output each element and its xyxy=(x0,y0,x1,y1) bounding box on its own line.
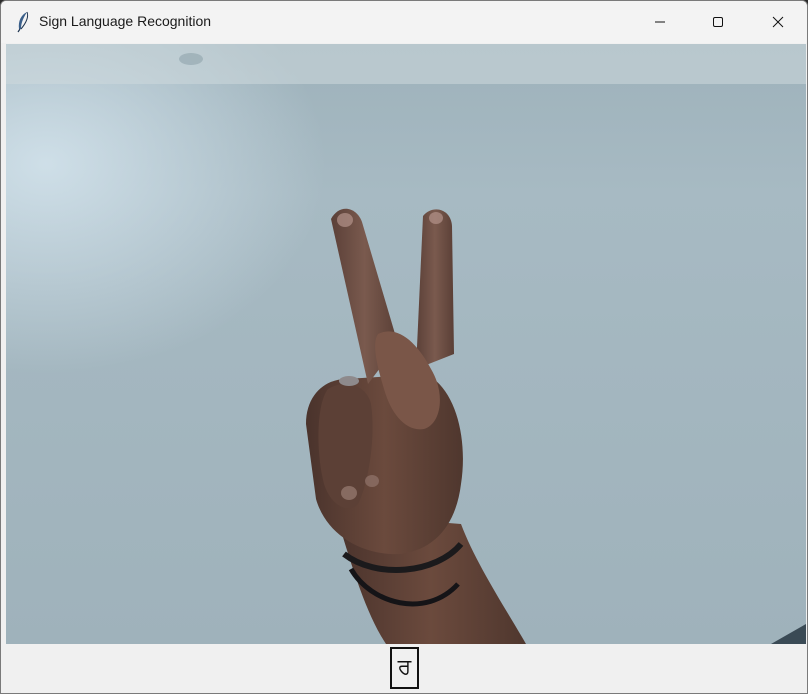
close-icon xyxy=(772,16,784,28)
window-title: Sign Language Recognition xyxy=(39,13,212,29)
feather-icon xyxy=(15,11,31,33)
webcam-image xyxy=(6,44,806,644)
minimize-icon xyxy=(654,16,666,28)
webcam-video-frame xyxy=(6,44,806,644)
title-bar[interactable]: Sign Language Recognition xyxy=(1,1,807,43)
maximize-button[interactable] xyxy=(689,1,747,43)
maximize-icon xyxy=(712,16,724,28)
prediction-label: ਰ xyxy=(390,647,419,689)
prediction-bar: ਰ xyxy=(6,644,806,693)
close-button[interactable] xyxy=(749,1,807,43)
minimize-button[interactable] xyxy=(631,1,689,43)
app-window: Sign Language Recognition ਰ xyxy=(0,0,808,694)
